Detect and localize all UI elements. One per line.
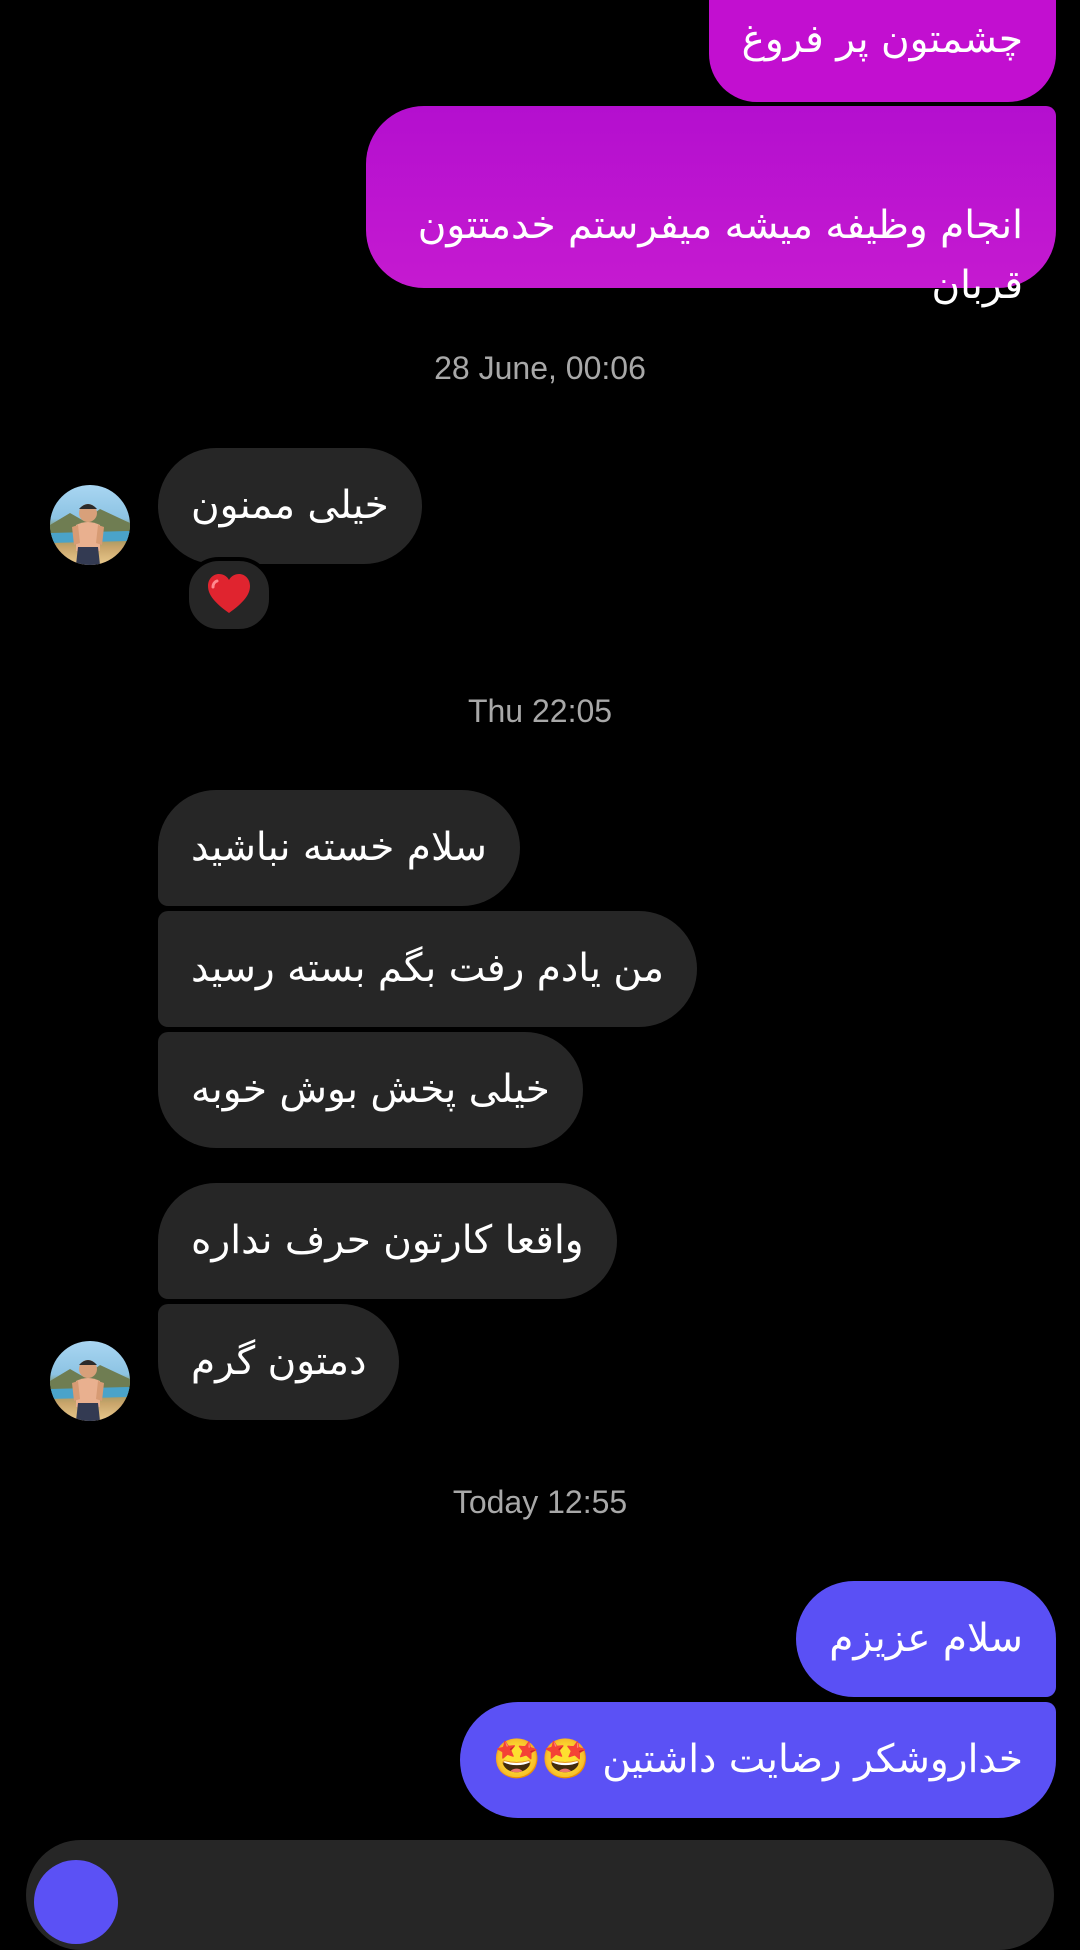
timestamp: Today 12:55 <box>452 1484 628 1520</box>
message-composer[interactable] <box>26 1840 1054 1950</box>
incoming-message[interactable]: من یادم رفت بگم بسته رسید <box>158 911 698 1027</box>
incoming-message[interactable]: واقعا کارتون حرف نداره <box>158 1183 617 1299</box>
avatar[interactable] <box>50 1341 130 1421</box>
incoming-message[interactable]: دمتون گرم <box>158 1304 400 1420</box>
incoming-message[interactable]: خیلی پخش بوش خوبه <box>158 1032 583 1148</box>
message-text: خیلی پخش بوش خوبه <box>191 1067 550 1112</box>
profile-photo-avatar <box>50 1360 130 1421</box>
incoming-message[interactable]: سلام خسته نباشید <box>158 790 520 906</box>
reaction-badge[interactable] <box>185 557 273 633</box>
red-heart-icon <box>208 574 250 613</box>
incoming-message[interactable]: خیلی ممنون <box>158 448 422 564</box>
timestamp: 28 June, 00:06 <box>434 350 646 386</box>
camera-icon[interactable] <box>34 1860 118 1944</box>
outgoing-message[interactable]: سلام عزیزم <box>796 1581 1056 1697</box>
timestamp: Thu 22:05 <box>467 693 613 729</box>
message-text: خداروشکر رضایت داشتین 🤩🤩 <box>492 1737 1023 1782</box>
message-text: انجام وظیفه میشه میفرستم خدمتتون قربان <box>417 203 1023 308</box>
outgoing-message[interactable]: خداروشکر رضایت داشتین 🤩🤩 <box>459 1702 1056 1818</box>
avatar[interactable] <box>50 485 130 565</box>
outgoing-message[interactable]: چشمتون پر فروغ <box>708 0 1056 102</box>
outgoing-message[interactable]: انجام وظیفه میشه میفرستم خدمتتون قربان <box>366 106 1056 308</box>
message-text: چشمتون پر فروغ <box>741 17 1023 62</box>
message-text: سلام خسته نباشید <box>191 825 487 870</box>
message-text: من یادم رفت بگم بسته رسید <box>191 946 665 991</box>
message-text: خیلی ممنون <box>191 483 389 528</box>
message-text: سلام عزیزم <box>829 1616 1023 1661</box>
profile-photo-avatar <box>50 504 130 565</box>
message-text: دمتون گرم <box>191 1339 367 1384</box>
message-text: واقعا کارتون حرف نداره <box>191 1218 584 1263</box>
